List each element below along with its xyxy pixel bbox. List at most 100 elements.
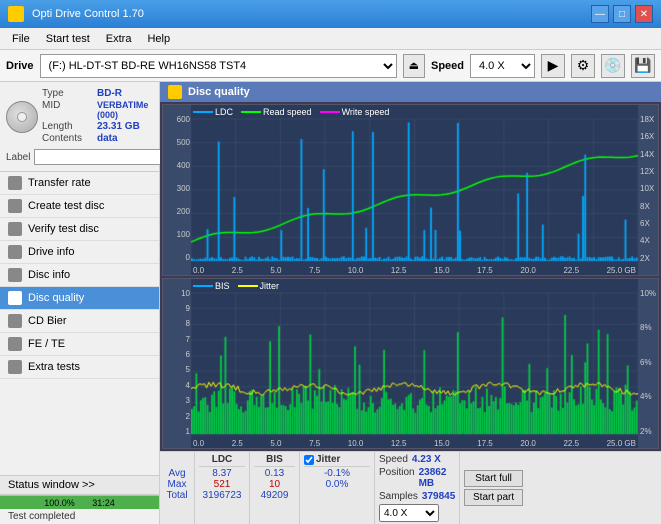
samples-val: 379845 [422,491,455,502]
nav-items: Transfer rate Create test disc Verify te… [0,172,159,379]
settings-icon[interactable]: ⚙ [571,54,595,78]
drive-select[interactable]: (F:) HL-DT-ST BD-RE WH16NS58 TST4 [40,54,397,78]
progress-bar-container: 100.0% 31:24 [0,495,159,509]
max-label: Max [164,479,190,490]
mid-value: VERBATIMe (000) [97,100,153,120]
type-value: BD-R [97,88,122,99]
status-bar: Status window >> 100.0% 31:24 Test compl… [0,475,159,524]
speed-label: Speed [431,60,464,72]
chart2-container: BIS Jitter 10987654321 10%8%6%4%2% 0.02.… [162,278,659,450]
sidebar-item-verify-test-disc[interactable]: Verify test disc [0,218,159,241]
progress-text: 100.0% 31:24 [0,496,159,509]
bis-avg: 0.13 [254,468,295,479]
sidebar-item-label: Extra tests [28,361,80,373]
cd-bier-icon [8,314,22,328]
disc-quality-icon [8,291,22,305]
ldc-header: LDC [199,454,245,467]
jitter-avg: -0.1% [304,468,370,479]
panel-header-icon [168,85,182,99]
close-button[interactable]: ✕ [635,5,653,23]
sidebar-item-label: Disc info [28,269,70,281]
label-label: Label [6,152,30,163]
app-title: Opti Drive Control 1.70 [32,8,144,20]
speed-select-stats[interactable]: 4.0 X [379,504,439,522]
title-bar: Opti Drive Control 1.70 — □ ✕ [0,0,661,28]
contents-label: Contents [42,133,97,144]
action-buttons: Start full Start part [460,452,527,524]
ldc-avg: 8.37 [199,468,245,479]
menu-help[interactable]: Help [139,31,178,47]
menu-start-test[interactable]: Start test [38,31,98,47]
sidebar-item-fe-te[interactable]: FE / TE [0,333,159,356]
chart2-legend: BIS Jitter [193,281,279,291]
speed-select[interactable]: 4.0 X [470,54,535,78]
chart1-x-labels: 0.02.55.07.510.012.515.017.520.022.525.0… [191,266,638,275]
ldc-col: LDC 8.37 521 3196723 [195,452,250,524]
start-full-button[interactable]: Start full [464,470,523,487]
transfer-rate-icon [8,176,22,190]
jitter-max: 0.0% [304,479,370,490]
position-label: Position [379,467,415,489]
verify-test-disc-icon [8,222,22,236]
sidebar-item-extra-tests[interactable]: Extra tests [0,356,159,379]
ldc-total: 3196723 [199,490,245,501]
chart1-legend: LDC Read speed Write speed [193,107,389,117]
total-label: Total [164,490,190,501]
speed-info-label: Speed [379,454,408,465]
type-label: Type [42,88,97,99]
maximize-button[interactable]: □ [613,5,631,23]
main-content: Type BD-R MID VERBATIMe (000) Length 23.… [0,82,661,524]
sidebar-item-label: Drive info [28,246,74,258]
bis-col: BIS 0.13 10 49209 [250,452,300,524]
sidebar-item-label: Verify test disc [28,223,99,235]
sidebar-item-cd-bier[interactable]: CD Bier [0,310,159,333]
chart1-canvas [191,105,638,275]
sidebar-item-disc-quality[interactable]: Disc quality [0,287,159,310]
disc-info-grid: Type BD-R MID VERBATIMe (000) Length 23.… [42,88,153,145]
samples-label: Samples [379,491,418,502]
start-part-button[interactable]: Start part [464,489,523,506]
bis-max: 10 [254,479,295,490]
avg-label: Avg [164,468,190,479]
length-label: Length [42,121,97,132]
minimize-button[interactable]: — [591,5,609,23]
bis-header: BIS [254,454,295,467]
fe-te-icon [8,337,22,351]
sidebar-item-disc-info[interactable]: Disc info [0,264,159,287]
save-icon[interactable]: 💾 [631,54,655,78]
sidebar-item-label: Disc quality [28,292,84,304]
sidebar-item-label: CD Bier [28,315,67,327]
play-icon[interactable]: ▶ [541,54,565,78]
row-labels-col: - Avg Max Total [160,452,195,524]
disc-read-icon[interactable]: 💿 [601,54,625,78]
sidebar-item-transfer-rate[interactable]: Transfer rate [0,172,159,195]
sidebar-item-label: Transfer rate [28,177,91,189]
status-text: Test completed [0,509,159,524]
disc-icon [6,101,38,133]
contents-value: data [97,133,118,144]
chart1-y-labels: 6005004003002001000 [163,105,191,275]
position-val: 23862 MB [419,467,455,489]
jitter-checkbox[interactable] [304,455,314,465]
eject-button[interactable]: ⏏ [403,54,425,78]
stats-bar: - Avg Max Total LDC 8.37 521 3196723 BIS… [160,451,661,524]
menu-file[interactable]: File [4,31,38,47]
chart2-x-labels: 0.02.55.07.510.012.515.017.520.022.525.0… [191,439,638,448]
length-value: 23.31 GB [97,121,140,132]
app-icon [8,6,24,22]
menu-extra[interactable]: Extra [98,31,140,47]
charts-area: LDC Read speed Write speed 6005004003002… [160,102,661,451]
chart1-right-labels: 18X16X14X12X10X8X6X4X2X [638,105,658,275]
sidebar-item-drive-info[interactable]: Drive info [0,241,159,264]
panel-header: Disc quality [160,82,661,102]
sidebar-item-create-test-disc[interactable]: Create test disc [0,195,159,218]
disc-section: Type BD-R MID VERBATIMe (000) Length 23.… [0,82,159,172]
mid-label: MID [42,100,97,120]
chart2-canvas [191,279,638,449]
extra-tests-icon [8,360,22,374]
bis-total: 49209 [254,490,295,501]
label-input[interactable] [34,149,172,165]
chart2-y-labels: 10987654321 [163,279,191,449]
speed-info-val: 4.23 X [412,454,441,465]
status-window-button[interactable]: Status window >> [0,476,159,495]
